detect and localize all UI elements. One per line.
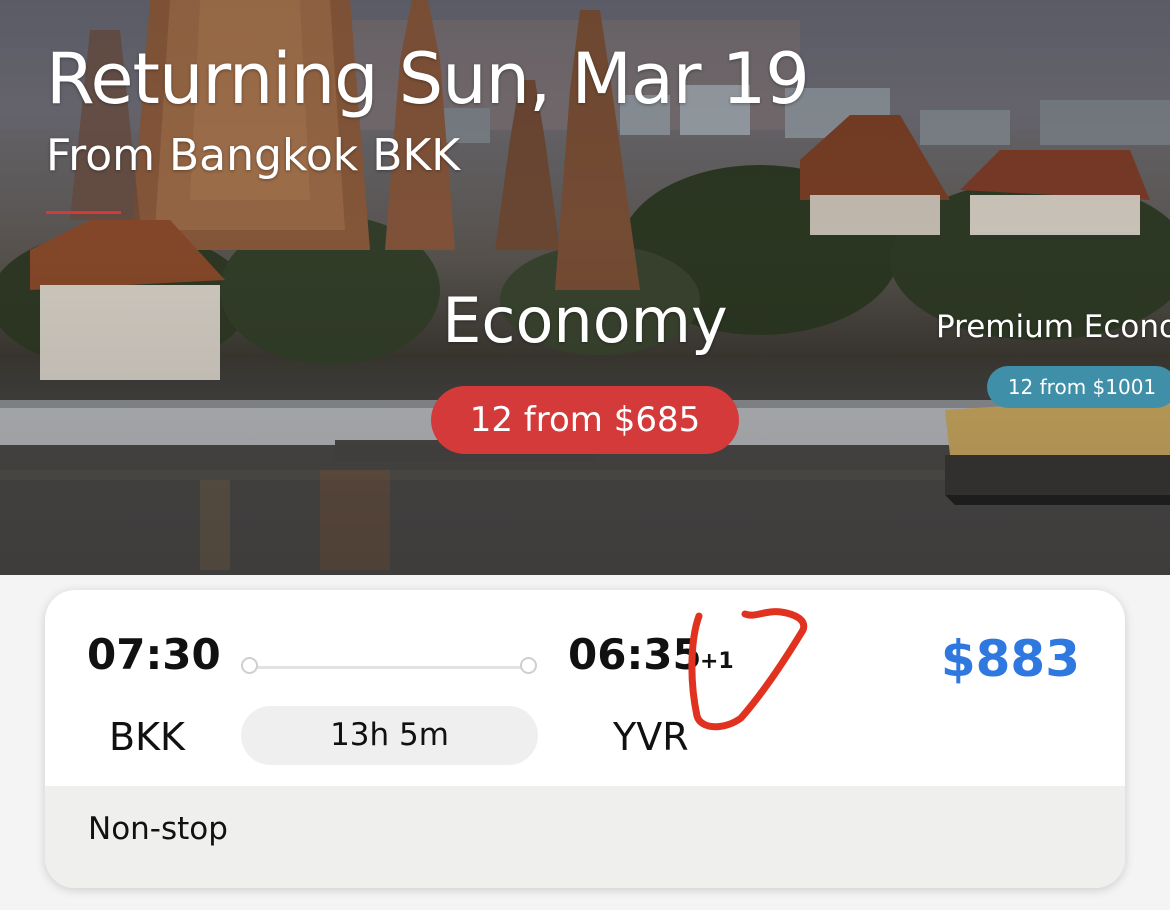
flight-results-page: Returning Sun, Mar 19 From Bangkok BKK E… (0, 0, 1170, 910)
route-end-icon (520, 657, 537, 674)
origin-subtitle: From Bangkok BKK (46, 130, 461, 181)
cabin-tab-premium-economy[interactable]: Premium Econo 12 from $1001 (936, 309, 1170, 408)
cabin-name: Economy (442, 284, 728, 357)
fare-price: $883 (940, 630, 1080, 688)
card-footer: Non-stop (45, 786, 1125, 888)
departure-airport-code: BKK (109, 715, 185, 759)
route-start-icon (241, 657, 258, 674)
cabin-tab-economy[interactable]: Economy 12 from $685 (430, 290, 740, 454)
title-accent-divider (46, 211, 121, 214)
flight-result-card[interactable]: 07:30 06:35 +1 $883 BKK 13h 5m YVR Non-s… (45, 590, 1125, 888)
flight-duration-badge: 13h 5m (241, 706, 538, 765)
page-title: Returning Sun, Mar 19 (46, 38, 810, 120)
arrival-day-offset: +1 (700, 649, 734, 674)
arrival-time: 06:35 (568, 630, 702, 679)
stops-label: Non-stop (88, 811, 228, 847)
cabin-availability-badge: 12 from $1001 (987, 366, 1170, 408)
cabin-availability-badge: 12 from $685 (431, 386, 739, 454)
arrival-airport-code: YVR (613, 715, 689, 759)
hero-banner: Returning Sun, Mar 19 From Bangkok BKK E… (0, 0, 1170, 575)
route-line (250, 666, 528, 669)
cabin-name: Premium Econo (936, 309, 1170, 345)
departure-time: 07:30 (87, 630, 221, 679)
